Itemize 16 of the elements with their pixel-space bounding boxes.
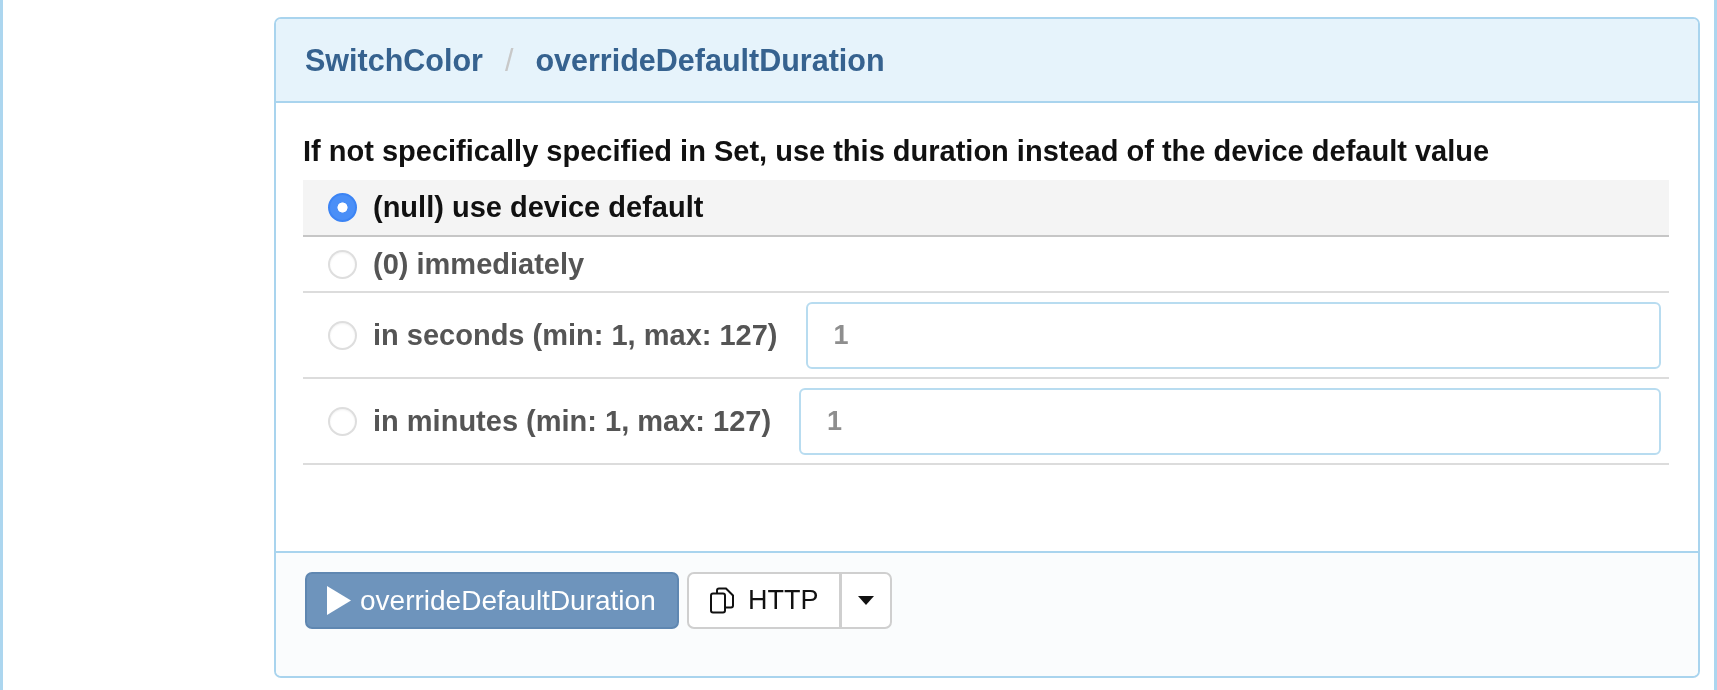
copy-icon bbox=[710, 587, 734, 614]
breadcrumb-item[interactable]: SwitchColor bbox=[305, 42, 483, 78]
option-label[interactable]: (null) use device default bbox=[373, 191, 704, 224]
radio-button[interactable] bbox=[328, 193, 357, 222]
option-label[interactable]: in seconds (min: 1, max: 127) bbox=[373, 318, 778, 352]
option-label[interactable]: (0) immediately bbox=[373, 247, 585, 281]
input-field[interactable]: 1 bbox=[805, 301, 1661, 369]
breadcrumb-separator: / bbox=[504, 42, 514, 78]
caret-icon bbox=[857, 596, 874, 605]
play-icon bbox=[327, 586, 351, 615]
description-text: If not specifically specified in Set, use this duration instead of the device default value bbox=[303, 134, 1491, 168]
input-field[interactable]: 1 bbox=[799, 387, 1661, 455]
option-label[interactable]: in minutes (min: 1, max: 127) bbox=[373, 404, 772, 438]
dropdown-button[interactable] bbox=[838, 572, 892, 629]
copy-button[interactable]: HTTP bbox=[687, 572, 841, 629]
breadcrumb-item: overrideDefaultDuration bbox=[535, 42, 885, 78]
